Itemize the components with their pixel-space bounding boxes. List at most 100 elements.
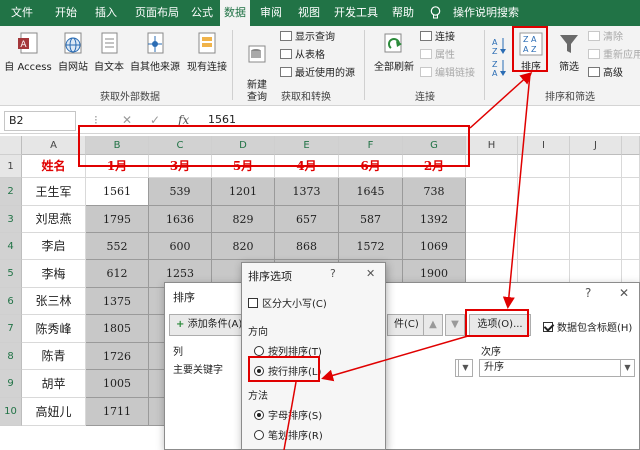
close-button[interactable]: ✕	[366, 267, 375, 280]
grid-cell[interactable]	[466, 233, 518, 260]
row-header[interactable]: 1	[0, 155, 22, 178]
tab-page-layout[interactable]: 页面布局	[126, 0, 188, 26]
tab-home[interactable]: 开始	[48, 0, 84, 26]
grid-cell[interactable]	[518, 206, 570, 233]
tab-file[interactable]: 文件	[4, 0, 40, 26]
advanced-filter-button[interactable]: 高级	[588, 66, 623, 82]
tab-developer[interactable]: 开发工具	[330, 0, 382, 26]
tab-help[interactable]: 帮助	[386, 0, 420, 26]
grid-cell[interactable]: 1375	[86, 288, 149, 315]
from-other-sources-button[interactable]: 自其他来源	[128, 32, 182, 73]
name-cell[interactable]: 李梅	[22, 260, 86, 288]
grid-cell[interactable]	[570, 233, 622, 260]
move-up-icon[interactable]: ▲	[423, 314, 443, 336]
move-down-icon[interactable]: ▼	[445, 314, 465, 336]
name-cell[interactable]: 陈青	[22, 343, 86, 370]
name-cell[interactable]: 胡苹	[22, 370, 86, 398]
grid-cell[interactable]	[570, 178, 622, 206]
row-header[interactable]: 3	[0, 206, 22, 233]
reapply-button[interactable]: 重新应用	[588, 48, 640, 64]
name-box[interactable]: B2	[4, 111, 76, 131]
letter-sort-radio[interactable]: 字母排序(S)	[254, 407, 322, 422]
column-header[interactable]: H	[466, 136, 518, 155]
row-header[interactable]: 9	[0, 370, 22, 398]
name-cell[interactable]: 王生军	[22, 178, 86, 206]
recent-sources-button[interactable]: 最近使用的源	[280, 66, 355, 82]
grid-cell[interactable]: 612	[86, 260, 149, 288]
grid-cell[interactable]: 829	[212, 206, 275, 233]
name-cell[interactable]: 陈秀峰	[22, 315, 86, 343]
grid-cell[interactable]: 1726	[86, 343, 149, 370]
row-header[interactable]: 7	[0, 315, 22, 343]
header-cell[interactable]: 姓名	[22, 155, 86, 178]
help-button[interactable]: ?	[330, 267, 336, 280]
from-web-button[interactable]: 自网站	[56, 32, 90, 73]
grid-cell[interactable]	[622, 155, 640, 178]
column-header[interactable]: A	[22, 136, 86, 155]
close-button[interactable]: ✕	[619, 286, 629, 300]
grid-cell[interactable]: 1805	[86, 315, 149, 343]
refresh-all-button[interactable]: 全部刷新	[370, 32, 418, 73]
edit-links-button[interactable]: 编辑链接	[420, 66, 475, 82]
grid-cell[interactable]: 1069	[403, 233, 466, 260]
name-cell[interactable]: 张三林	[22, 288, 86, 315]
row-header[interactable]: 5	[0, 260, 22, 288]
grid-cell[interactable]	[466, 206, 518, 233]
select-all-corner[interactable]	[0, 136, 22, 155]
row-header[interactable]: 6	[0, 288, 22, 315]
grid-cell[interactable]	[622, 233, 640, 260]
column-header[interactable]	[622, 136, 640, 155]
grid-cell[interactable]: 820	[212, 233, 275, 260]
from-access-button[interactable]: A 自 Access	[4, 32, 52, 73]
grid-cell[interactable]	[570, 206, 622, 233]
name-cell[interactable]: 刘思燕	[22, 206, 86, 233]
grid-cell[interactable]	[622, 206, 640, 233]
tab-insert[interactable]: 插入	[88, 0, 124, 26]
grid-cell[interactable]: 1711	[86, 398, 149, 426]
grid-cell[interactable]	[466, 155, 518, 178]
case-sensitive-checkbox[interactable]: 区分大小写(C)	[248, 295, 327, 310]
sort-on-dropdown[interactable]: ▼	[455, 359, 473, 377]
row-header[interactable]: 10	[0, 398, 22, 426]
active-cell[interactable]: 1561	[86, 178, 149, 206]
clear-filter-button[interactable]: 清除	[588, 30, 623, 46]
properties-button[interactable]: 属性	[420, 48, 455, 64]
grid-cell[interactable]: 552	[86, 233, 149, 260]
help-button[interactable]: ?	[585, 286, 591, 300]
column-header[interactable]: I	[518, 136, 570, 155]
tab-formulas[interactable]: 公式	[184, 0, 220, 26]
grid-cell[interactable]: 539	[149, 178, 212, 206]
grid-cell[interactable]: 1795	[86, 206, 149, 233]
row-header[interactable]: 8	[0, 343, 22, 370]
from-table-button[interactable]: 从表格	[280, 48, 325, 64]
copy-level-button[interactable]: 件(C)	[387, 314, 426, 336]
grid-cell[interactable]: 1005	[86, 370, 149, 398]
filter-button[interactable]: 筛选	[552, 32, 586, 73]
show-queries-button[interactable]: 显示查询	[280, 30, 335, 46]
grid-cell[interactable]	[518, 178, 570, 206]
stroke-sort-radio[interactable]: 笔划排序(R)	[254, 427, 323, 442]
add-level-button[interactable]: + 添加条件(A)	[169, 314, 250, 336]
grid-cell[interactable]: 600	[149, 233, 212, 260]
connections-button[interactable]: 连接	[420, 30, 455, 46]
grid-cell[interactable]	[518, 233, 570, 260]
grid-cell[interactable]: 1392	[403, 206, 466, 233]
grid-cell[interactable]	[518, 155, 570, 178]
tab-view[interactable]: 视图	[292, 0, 326, 26]
grid-cell[interactable]: 1373	[275, 178, 339, 206]
grid-cell[interactable]: 1636	[149, 206, 212, 233]
grid-cell[interactable]	[622, 178, 640, 206]
has-headers-checkbox[interactable]: 数据包含标题(H)	[543, 319, 632, 334]
tab-review[interactable]: 审阅	[254, 0, 288, 26]
tell-me-search[interactable]: 操作说明搜索	[448, 0, 524, 26]
name-cell[interactable]: 高妞儿	[22, 398, 86, 426]
name-cell[interactable]: 李启	[22, 233, 86, 260]
grid-cell[interactable]: 587	[339, 206, 403, 233]
grid-cell[interactable]	[570, 155, 622, 178]
row-header[interactable]: 4	[0, 233, 22, 260]
from-text-button[interactable]: 自文本	[92, 32, 126, 73]
grid-cell[interactable]	[466, 178, 518, 206]
order-dropdown[interactable]: 升序 ▼	[479, 359, 635, 377]
tab-data[interactable]: 数据	[220, 0, 250, 26]
grid-cell[interactable]: 738	[403, 178, 466, 206]
